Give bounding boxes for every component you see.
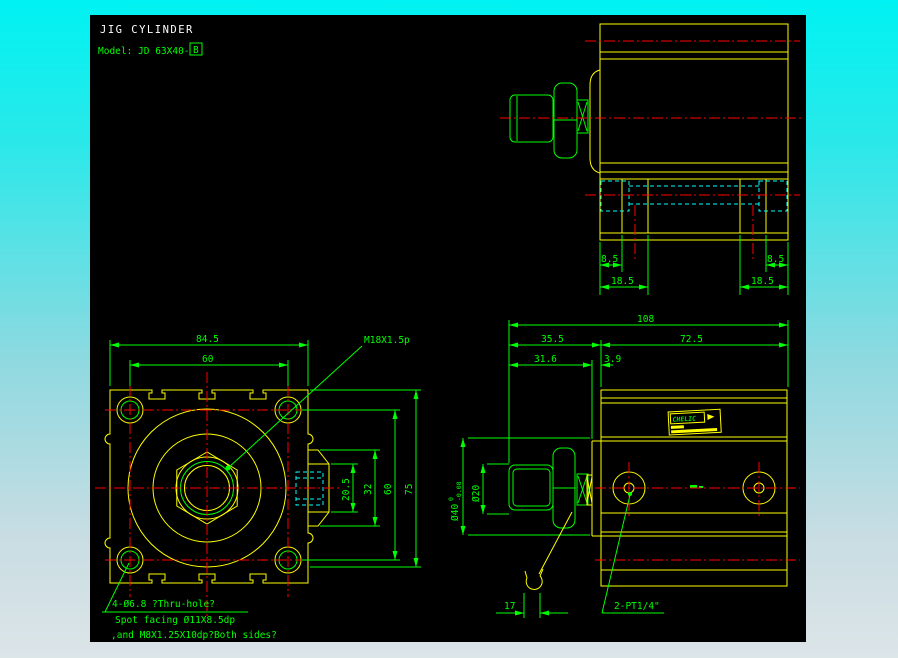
note-line2: Spot facing Ø11X8.5dp	[115, 615, 235, 626]
port-callout: 2-PT1/4"	[614, 601, 660, 612]
model-label: Model: JD 63X40-	[98, 46, 190, 57]
nameplate-brand: CHELIC	[672, 415, 696, 424]
mounting-holes	[116, 396, 302, 574]
note-line3: ,and M8X1.25X10dp?Both sides?	[111, 630, 277, 641]
hole-notes: 4-Ø6.8 ?Thru-hole? Spot facing Ø11X8.5dp…	[102, 562, 277, 641]
dim-left-offset: 8.5	[601, 254, 618, 265]
top-view-dimensions: 8.5 18.5 8.5 18.5	[599, 235, 789, 295]
dia-boss-callout: Ø40 0 -0.08	[447, 481, 463, 521]
nameplate: CHELIC	[667, 408, 722, 436]
dim-overall: 108	[637, 314, 654, 325]
rod-assembly-top	[509, 82, 589, 159]
dim-height: 75	[404, 484, 415, 495]
dim-wrench-flats: 17	[504, 601, 515, 612]
dim-hole-spacing-v: 60	[383, 483, 394, 495]
dim-rod-side: 35.5	[541, 334, 564, 345]
thread-callout: M18X1.5p	[364, 335, 410, 346]
front-view-dimensions: 84.5 60 M18X1.5p 20.5 32 60 75	[109, 334, 421, 568]
dim-left-slot: 18.5	[611, 276, 634, 287]
page-title: JIG CYLINDER	[100, 24, 194, 36]
cad-drawing-canvas[interactable]: JIG CYLINDER Model: JD 63X40- B 8.5 18.5…	[90, 15, 806, 642]
title-block: JIG CYLINDER Model: JD 63X40- B	[98, 24, 203, 57]
wrench-icon	[524, 511, 573, 590]
side-view-dimensions: 108 35.5 72.5 31.6 3.9 Ø40 0 -0.08 Ø20 1…	[447, 314, 789, 618]
dia-boss: Ø40	[450, 504, 461, 521]
dia-rod: Ø20	[471, 485, 482, 502]
dim-right-offset: 8.5	[767, 254, 784, 265]
dim-rod-inner: 31.6	[534, 354, 557, 365]
dim-body: 72.5	[680, 334, 703, 345]
dim-boss: 32	[363, 484, 374, 495]
dim-flange: 3.9	[604, 354, 621, 365]
model-code: B	[193, 45, 199, 56]
drawing-svg: JIG CYLINDER Model: JD 63X40- B 8.5 18.5…	[95, 23, 802, 641]
rod-assembly-side	[508, 447, 593, 529]
top-view: 8.5 18.5 8.5 18.5	[500, 23, 802, 295]
dia-boss-tol-upper: 0	[447, 497, 455, 501]
note-line1: 4-Ø6.8 ?Thru-hole?	[112, 599, 215, 610]
front-view: 84.5 60 M18X1.5p 20.5 32 60 75 4-Ø6.8 ?T…	[95, 334, 421, 641]
dia-boss-tol-lower: -0.08	[455, 481, 463, 501]
side-view: CHELIC 108 35.5 72.5 31.6 3.9 Ø40 0 -0.0…	[447, 314, 800, 618]
dim-hole-spacing: 60	[202, 354, 214, 365]
dim-width: 84.5	[196, 334, 219, 345]
dim-right-slot: 18.5	[751, 276, 774, 287]
dim-port-width: 20.5	[341, 478, 352, 501]
